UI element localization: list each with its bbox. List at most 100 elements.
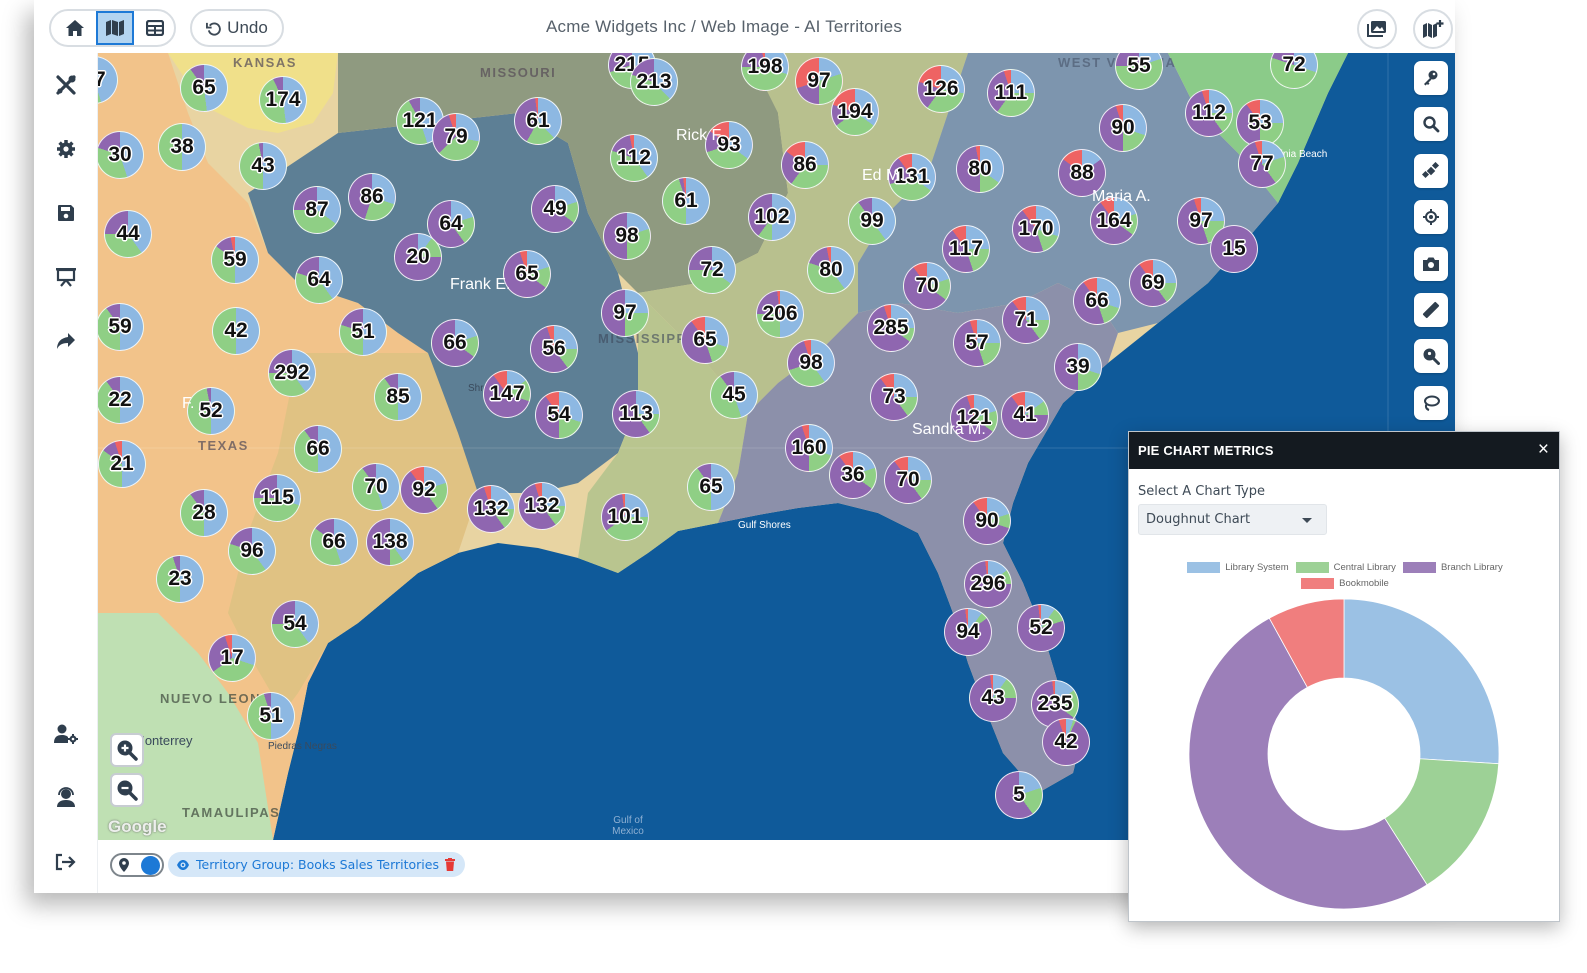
territory-cluster[interactable]: 23	[156, 555, 204, 603]
territory-cluster[interactable]: 55	[1115, 53, 1163, 90]
territory-cluster[interactable]: 87	[293, 186, 341, 234]
table-view-button[interactable]	[137, 11, 174, 45]
add-map-button[interactable]	[1413, 9, 1453, 49]
territory-cluster[interactable]: 90	[1099, 104, 1147, 152]
territory-cluster[interactable]: 111	[987, 69, 1035, 117]
eye-icon[interactable]	[176, 859, 190, 871]
sidebar-item-share[interactable]	[51, 326, 81, 356]
territory-cluster[interactable]: 72	[688, 246, 736, 294]
territory-cluster[interactable]: 57	[953, 319, 1001, 367]
zoom-out-button[interactable]	[110, 773, 144, 807]
territory-cluster[interactable]: 65	[681, 316, 729, 364]
territory-cluster[interactable]: 70	[903, 262, 951, 310]
territory-cluster[interactable]: 292	[268, 349, 316, 397]
territory-cluster[interactable]: 70	[884, 456, 932, 504]
territory-cluster[interactable]: 27	[98, 56, 118, 104]
legend-item[interactable]: Branch Library	[1402, 562, 1503, 573]
territory-cluster[interactable]: 43	[239, 142, 287, 190]
territory-cluster[interactable]: 194	[831, 88, 879, 136]
sidebar-item-support[interactable]	[51, 782, 81, 812]
territory-cluster[interactable]: 66	[294, 425, 342, 473]
legend-item[interactable]: Library System	[1187, 562, 1289, 573]
chart-type-select[interactable]: Doughnut Chart	[1138, 504, 1327, 535]
territory-cluster[interactable]: 98	[787, 339, 835, 387]
territory-cluster[interactable]: 59	[98, 303, 144, 351]
territory-cluster[interactable]: 36	[829, 451, 877, 499]
image-gallery-button[interactable]	[1357, 9, 1397, 49]
territory-cluster[interactable]: 101	[601, 493, 649, 541]
territory-cluster[interactable]: 85	[374, 373, 422, 421]
territory-cluster[interactable]: 21	[98, 440, 146, 488]
territory-cluster[interactable]: 65	[180, 64, 228, 112]
territory-cluster[interactable]: 69	[1129, 259, 1177, 307]
territory-cluster[interactable]: 65	[687, 463, 735, 511]
doughnut-slice-library-system[interactable]	[1343, 598, 1500, 765]
territory-cluster[interactable]: 147	[483, 370, 531, 418]
territory-cluster[interactable]: 92	[400, 466, 448, 514]
legend-item[interactable]: Central Library	[1295, 562, 1396, 573]
territory-cluster[interactable]: 80	[807, 246, 855, 294]
screenshot-tool-button[interactable]	[1414, 246, 1448, 281]
territory-cluster[interactable]: 98	[603, 212, 651, 260]
territory-cluster[interactable]: 22	[98, 376, 144, 424]
territory-cluster[interactable]: 39	[1054, 343, 1102, 391]
territory-cluster[interactable]: 42	[212, 307, 260, 355]
territory-cluster[interactable]: 49	[531, 185, 579, 233]
territory-cluster[interactable]: 30	[98, 131, 144, 179]
territory-cluster[interactable]: 42	[1042, 718, 1090, 766]
territory-cluster[interactable]: 66	[1073, 277, 1121, 325]
territory-cluster[interactable]: 132	[518, 482, 566, 530]
trash-icon[interactable]	[444, 858, 455, 871]
pin-visibility-toggle[interactable]	[110, 853, 164, 877]
territory-cluster[interactable]: 17	[208, 634, 256, 682]
territory-cluster[interactable]: 86	[348, 173, 396, 221]
territory-cluster[interactable]: 72	[1270, 53, 1318, 89]
territory-cluster[interactable]: 45	[710, 371, 758, 419]
territory-cluster[interactable]: 213	[630, 58, 678, 106]
territory-cluster[interactable]: 28	[180, 489, 228, 537]
locate-tool-button[interactable]	[1414, 200, 1448, 235]
territory-cluster[interactable]: 90	[963, 497, 1011, 545]
lasso-tool-button[interactable]	[1414, 385, 1448, 420]
territory-cluster[interactable]: 112	[1185, 89, 1233, 137]
home-button[interactable]	[56, 11, 93, 45]
territory-cluster[interactable]: 138	[366, 518, 414, 566]
territory-cluster[interactable]: 126	[917, 65, 965, 113]
territory-cluster[interactable]: 112	[610, 134, 658, 182]
territory-cluster[interactable]: 61	[662, 177, 710, 225]
territory-cluster[interactable]: 296	[964, 560, 1012, 608]
territory-cluster[interactable]: 20	[394, 233, 442, 281]
territory-cluster[interactable]: 66	[431, 319, 479, 367]
territory-cluster[interactable]: 198	[741, 53, 789, 91]
territory-cluster[interactable]: 54	[271, 600, 319, 648]
territory-cluster[interactable]: 70	[352, 463, 400, 511]
undo-button[interactable]: Undo	[190, 9, 284, 47]
territory-group-chip[interactable]: Territory Group: Books Sales Territories	[168, 852, 465, 877]
territory-cluster[interactable]: 5	[995, 771, 1043, 819]
sidebar-item-logout[interactable]	[51, 847, 81, 877]
territory-cluster[interactable]: 170	[1012, 205, 1060, 253]
territory-cluster[interactable]: 51	[247, 692, 295, 740]
territory-cluster[interactable]: 132	[467, 485, 515, 533]
territory-cluster[interactable]: 206	[756, 290, 804, 338]
territory-cluster[interactable]: 54	[535, 391, 583, 439]
territory-cluster[interactable]: 51	[339, 308, 387, 356]
territory-cluster[interactable]: 96	[228, 527, 276, 575]
territory-cluster[interactable]: 15	[1210, 225, 1258, 273]
sidebar-item-user-settings[interactable]	[51, 719, 81, 749]
territory-cluster[interactable]: 99	[848, 197, 896, 245]
measure-tool-button[interactable]	[1414, 293, 1448, 327]
territory-cluster[interactable]: 174	[259, 76, 307, 124]
territory-cluster[interactable]: 38	[158, 123, 206, 171]
territory-cluster[interactable]: 80	[956, 145, 1004, 193]
territory-cluster[interactable]: 94	[944, 608, 992, 656]
territory-cluster[interactable]: 97	[601, 289, 649, 337]
sidebar-item-tools[interactable]	[51, 70, 81, 100]
close-button[interactable]: ×	[1538, 440, 1549, 460]
territory-cluster[interactable]: 41	[1001, 391, 1049, 439]
territory-cluster[interactable]: 113	[612, 390, 660, 438]
zoom-in-button[interactable]	[110, 733, 144, 767]
territory-cluster[interactable]: 64	[295, 256, 343, 304]
territory-cluster[interactable]: 52	[1017, 604, 1065, 652]
territory-cluster[interactable]: 73	[870, 373, 918, 421]
